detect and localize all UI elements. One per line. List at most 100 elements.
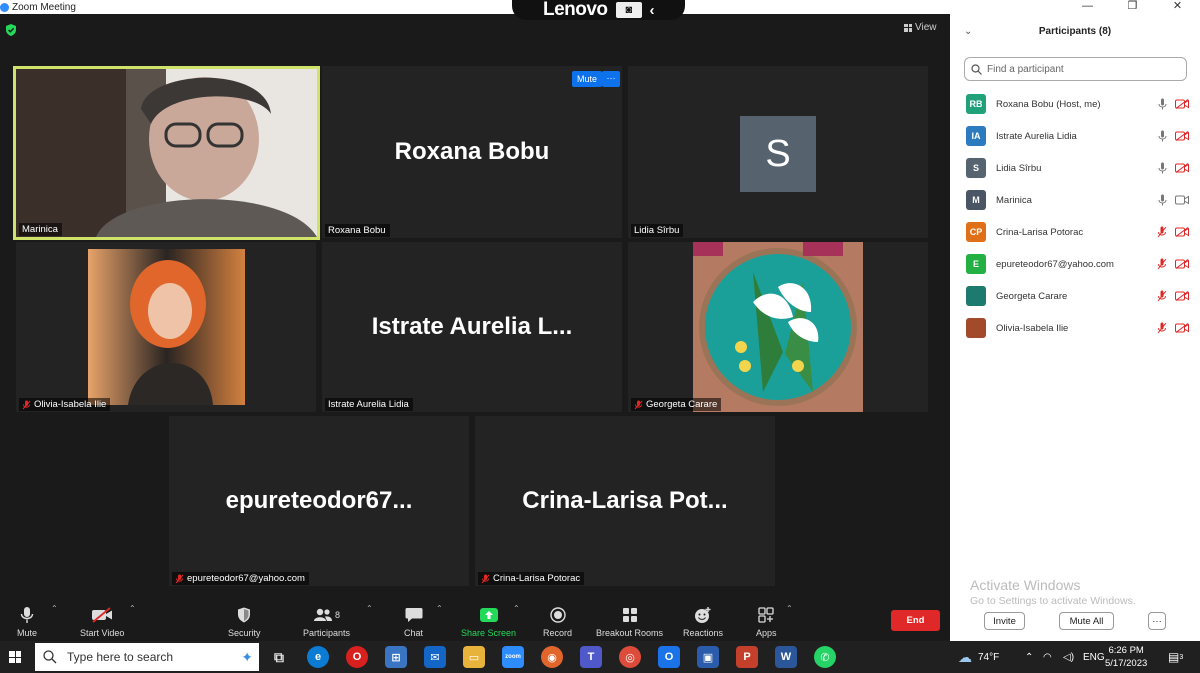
- participant-profile-photo: [88, 249, 245, 405]
- save-disk-icon[interactable]: ▣: [697, 646, 719, 668]
- participant-mic-status[interactable]: [1152, 98, 1172, 110]
- participants-options-caret[interactable]: ⌃: [366, 604, 373, 613]
- participant-mic-status[interactable]: [1152, 322, 1172, 334]
- breakout-rooms-button[interactable]: Breakout Rooms: [596, 604, 663, 638]
- video-options-caret[interactable]: ⌃: [129, 604, 136, 613]
- participant-video-status[interactable]: [1172, 291, 1192, 301]
- participant-name: Crina-Larisa Potorac: [996, 226, 1084, 238]
- restore-icon[interactable]: ❐: [1110, 0, 1155, 12]
- language-indicator[interactable]: ENG: [1083, 641, 1105, 673]
- participant-avatar: IA: [966, 126, 986, 146]
- participant-video-status[interactable]: [1172, 163, 1192, 173]
- apps-icon: [758, 607, 774, 623]
- windows-taskbar: Type here to search ✦ ⧉ e O ⊞ ✉ ▭ zoom ◉…: [0, 641, 1200, 673]
- encryption-shield-icon[interactable]: [5, 24, 17, 36]
- participant-name-display: Roxana Bobu: [394, 138, 550, 165]
- apps-button[interactable]: Apps: [756, 604, 777, 638]
- participant-mic-status[interactable]: [1152, 226, 1172, 238]
- participant-mic-status[interactable]: [1152, 194, 1172, 206]
- video-tile-istrate-aurelia-lidia[interactable]: Istrate Aurelia L... Istrate Aurelia Lid…: [322, 242, 622, 412]
- mute-button[interactable]: Mute: [17, 604, 37, 638]
- video-tile-lidia-sirbu[interactable]: S Lidia Sîrbu: [628, 66, 928, 238]
- view-button[interactable]: View: [904, 22, 937, 33]
- minimize-icon[interactable]: —: [1065, 0, 1110, 12]
- wifi-icon[interactable]: ◠: [1043, 641, 1052, 673]
- edge-browser-icon[interactable]: e: [307, 646, 329, 668]
- word-icon[interactable]: W: [775, 646, 797, 668]
- outlook-icon[interactable]: O: [658, 646, 680, 668]
- tray-overflow-chevron-icon[interactable]: ⌃: [1025, 641, 1033, 673]
- microsoft-store-icon[interactable]: ⊞: [385, 646, 407, 668]
- chat-button[interactable]: Chat: [404, 604, 423, 638]
- windows-start-icon[interactable]: [9, 651, 21, 663]
- participant-name-label: epureteodor67@yahoo.com: [172, 572, 309, 585]
- end-meeting-button[interactable]: End: [891, 610, 940, 631]
- start-video-button[interactable]: Start Video: [80, 604, 124, 638]
- participant-video-status[interactable]: [1172, 99, 1192, 109]
- participant-video-status[interactable]: [1172, 323, 1192, 333]
- mail-icon[interactable]: ✉: [424, 646, 446, 668]
- participant-mic-status[interactable]: [1152, 290, 1172, 302]
- teams-icon[interactable]: T: [580, 646, 602, 668]
- participant-row[interactable]: S Lidia Sîrbu: [966, 152, 1192, 184]
- participant-mic-status[interactable]: [1152, 258, 1172, 270]
- volume-icon[interactable]: ◁): [1063, 641, 1074, 673]
- invite-button[interactable]: Invite: [984, 612, 1025, 630]
- participant-mic-status[interactable]: [1152, 130, 1172, 142]
- view-label: View: [915, 22, 937, 33]
- tile-more-options-button[interactable]: ···: [602, 71, 620, 87]
- video-tile-roxana-bobu[interactable]: Roxana Bobu Roxana Bobu: [322, 66, 622, 238]
- chat-options-caret[interactable]: ⌃: [436, 604, 443, 613]
- mute-all-button[interactable]: Mute All: [1059, 612, 1114, 630]
- participant-row[interactable]: IA Istrate Aurelia Lidia: [966, 120, 1192, 152]
- participant-name-label: Istrate Aurelia Lidia: [325, 398, 413, 411]
- video-tile-crina-larisa-potorac[interactable]: Crina-Larisa Pot... Crina-Larisa Potorac: [475, 416, 775, 586]
- taskbar-search-box[interactable]: Type here to search ✦: [35, 643, 259, 671]
- find-participant-input[interactable]: Find a participant: [964, 57, 1187, 81]
- task-view-icon[interactable]: ⧉: [268, 646, 290, 668]
- opera-browser-icon[interactable]: O: [346, 646, 368, 668]
- participant-row[interactable]: M Marinica: [966, 184, 1192, 216]
- participant-row[interactable]: Eepureteodor67@yahoo.com: [966, 248, 1192, 280]
- weather-widget[interactable]: ☁ 74°F: [958, 641, 999, 673]
- participant-row[interactable]: Olivia-Isabela Ilie: [966, 312, 1192, 344]
- panel-more-button[interactable]: ···: [1148, 612, 1166, 630]
- participant-video-status[interactable]: [1172, 227, 1192, 237]
- apps-options-caret[interactable]: ⌃: [786, 604, 793, 613]
- video-tile-marinica[interactable]: Marinica: [13, 66, 320, 240]
- powerpoint-icon[interactable]: P: [736, 646, 758, 668]
- video-tile-georgeta-carare[interactable]: Georgeta Carare: [628, 242, 928, 412]
- notification-center-icon[interactable]: ▤ 3: [1168, 641, 1183, 673]
- share-options-caret[interactable]: ⌃: [513, 604, 520, 613]
- zoom-taskbar-icon[interactable]: zoom: [502, 646, 524, 668]
- taskbar-clock[interactable]: 6:26 PM 5/17/2023: [1105, 644, 1147, 670]
- participants-button[interactable]: 8 Participants: [303, 604, 350, 638]
- participant-video-status[interactable]: [1172, 259, 1192, 269]
- participant-avatar: [966, 318, 986, 338]
- participant-name: Marinica: [996, 194, 1032, 206]
- participant-avatar: S: [740, 116, 816, 192]
- participant-row[interactable]: Georgeta Carare: [966, 280, 1192, 312]
- share-screen-button[interactable]: Share Screen: [461, 604, 516, 638]
- close-icon[interactable]: ✕: [1155, 0, 1200, 12]
- video-off-icon: [92, 607, 113, 623]
- record-button[interactable]: Record: [543, 604, 572, 638]
- whatsapp-icon[interactable]: ✆: [814, 646, 836, 668]
- mute-options-caret[interactable]: ⌃: [51, 604, 58, 613]
- file-explorer-icon[interactable]: ▭: [463, 646, 485, 668]
- video-tile-epureteodor67[interactable]: epureteodor67... epureteodor67@yahoo.com: [169, 416, 469, 586]
- video-off-icon: [1175, 227, 1189, 237]
- webcam-shutter-icon: ◙: [615, 2, 642, 18]
- participant-list: RB Roxana Bobu (Host, me) IA Istrate Aureli…: [966, 88, 1192, 344]
- firefox-browser-icon[interactable]: ◉: [541, 646, 563, 668]
- tile-mute-button[interactable]: Mute: [572, 71, 603, 87]
- reactions-button[interactable]: Reactions: [683, 604, 723, 638]
- security-button[interactable]: Security: [228, 604, 261, 638]
- participant-row[interactable]: CP Crina-Larisa Potorac: [966, 216, 1192, 248]
- participant-mic-status[interactable]: [1152, 162, 1172, 174]
- video-tile-olivia-isabela-ilie[interactable]: Olivia-Isabela Ilie: [16, 242, 316, 412]
- participant-video-status[interactable]: [1172, 195, 1192, 205]
- participant-row[interactable]: RB Roxana Bobu (Host, me): [966, 88, 1192, 120]
- chrome-browser-icon[interactable]: ◎: [619, 646, 641, 668]
- participant-video-status[interactable]: [1172, 131, 1192, 141]
